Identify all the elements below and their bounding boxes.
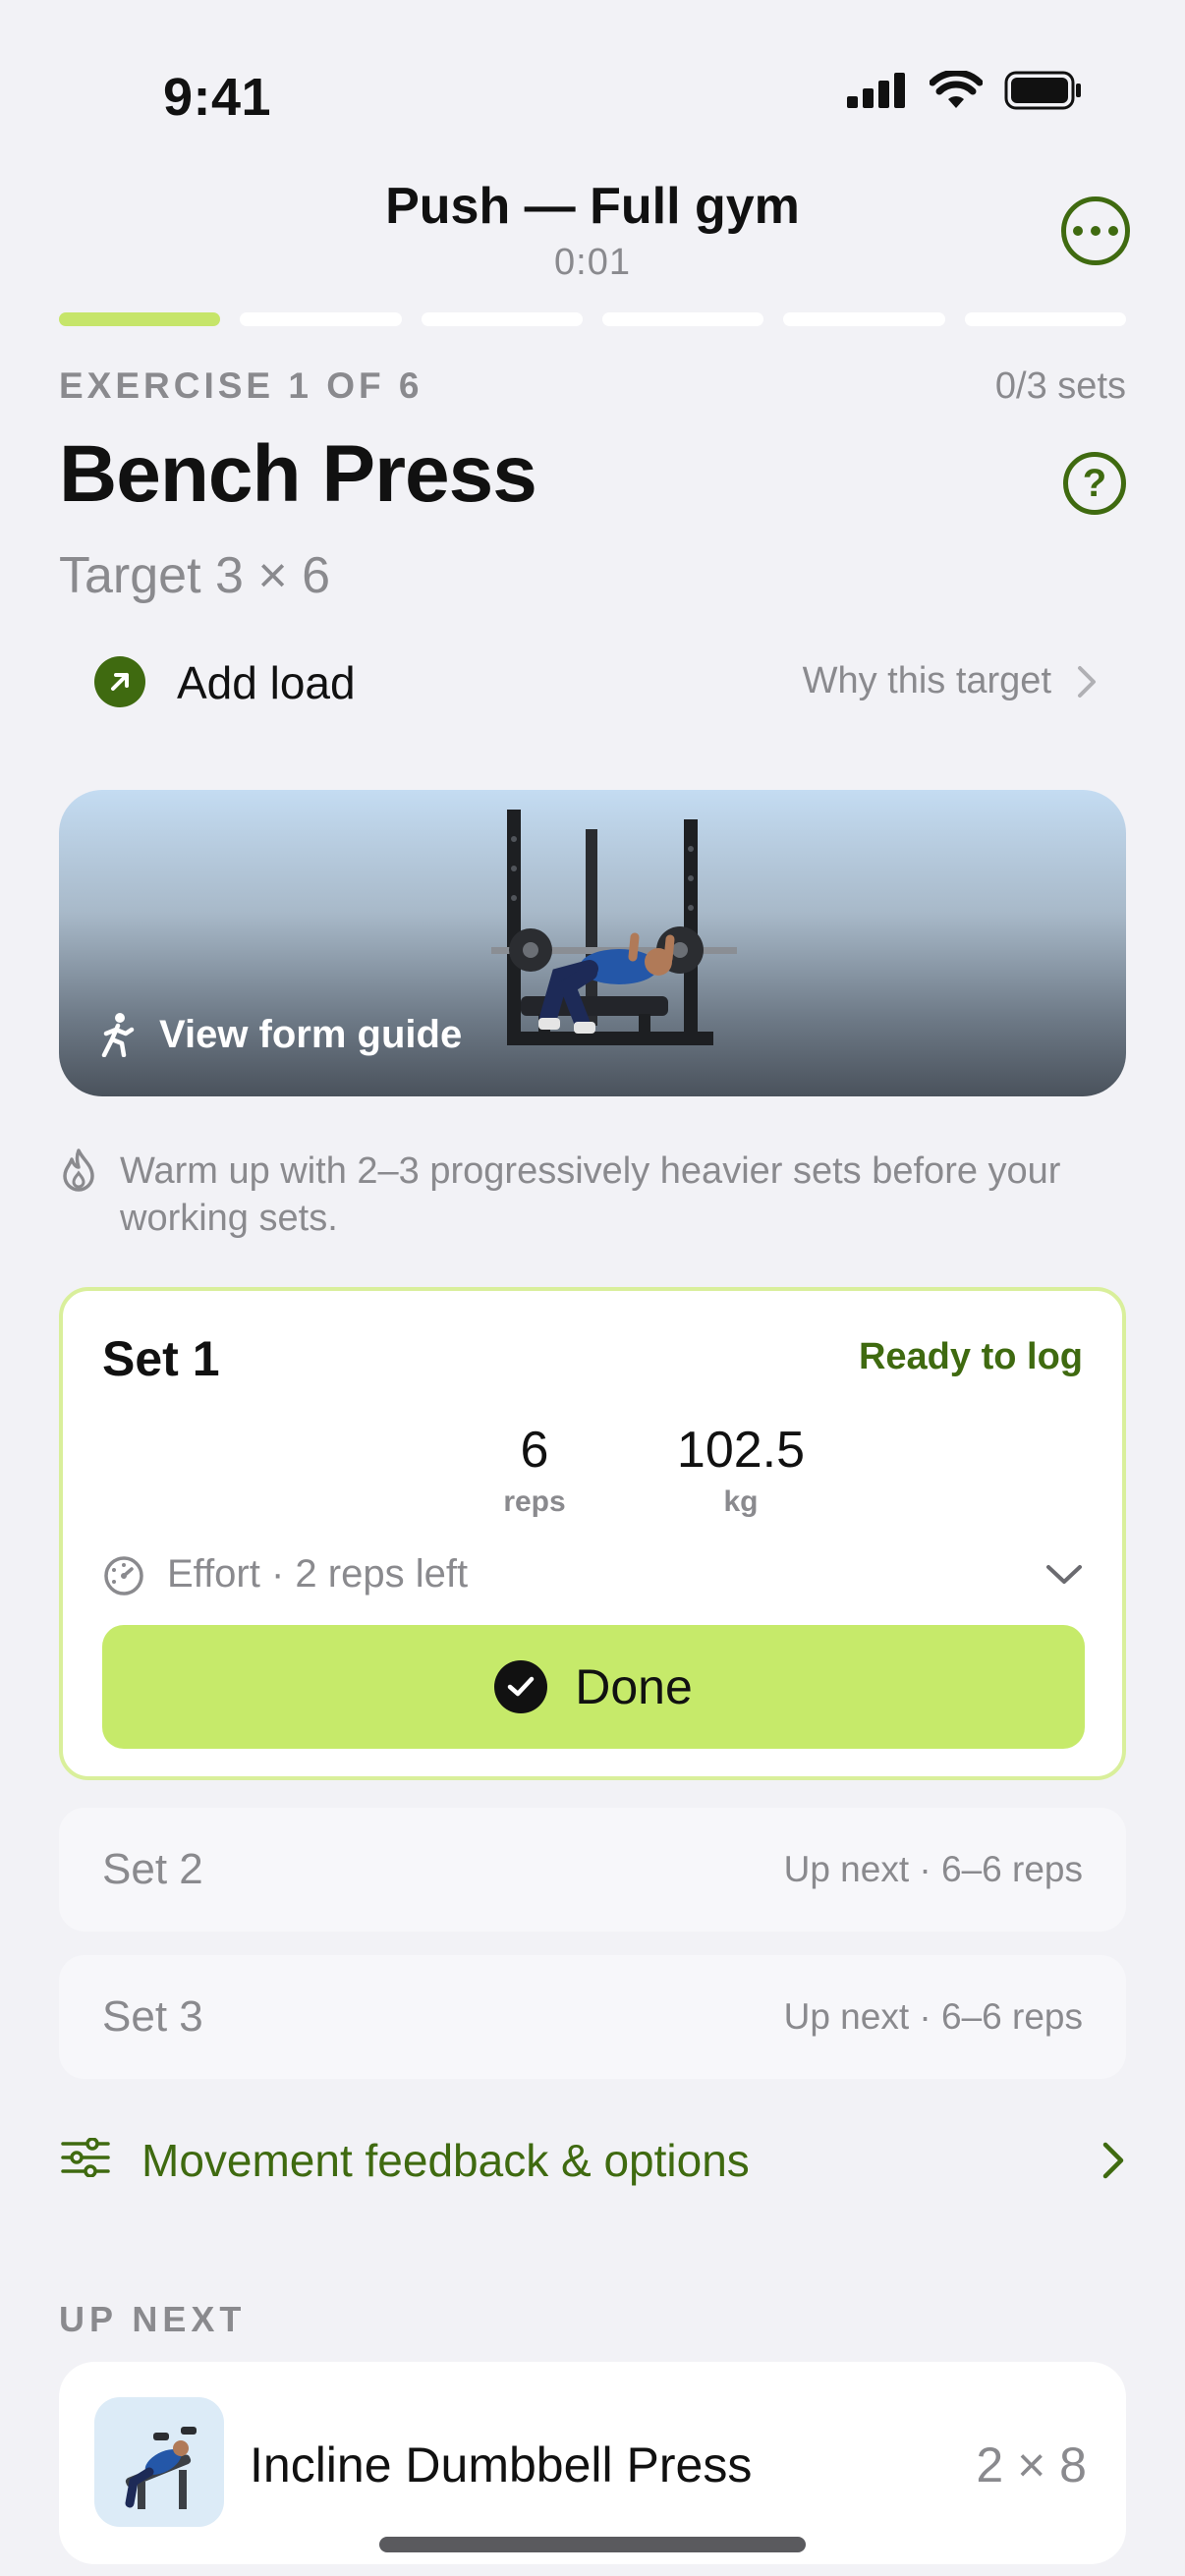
progress-segment (601, 312, 764, 326)
help-button[interactable]: ? (1063, 452, 1126, 515)
exercise-name: Bench Press (59, 429, 537, 519)
up-next-card[interactable]: Incline Dumbbell Press 2 × 8 (59, 2362, 1126, 2564)
view-form-guide-label: View form guide (159, 1012, 463, 1056)
set-row[interactable]: Set 2 Up next · 6–6 reps (59, 1808, 1126, 1932)
current-set-card: Set 1 Ready to log 6 reps 102.5 kg Effor… (59, 1287, 1126, 1780)
why-target-label: Why this target (802, 660, 1051, 701)
progress-segment (240, 312, 402, 326)
set-row-name: Set 3 (102, 1992, 203, 2041)
more-options-button[interactable] (1061, 196, 1130, 265)
incline-press-thumbnail (94, 2397, 224, 2527)
wifi-icon (930, 71, 983, 108)
gauge-icon (104, 1556, 143, 1596)
chevron-down-icon[interactable] (1045, 1564, 1083, 1586)
add-load-button[interactable]: Add load (177, 656, 356, 709)
up-next-exercise: Incline Dumbbell Press (250, 2437, 753, 2492)
up-next-heading: UP NEXT (59, 2299, 247, 2339)
chevron-right-icon[interactable] (1102, 2142, 1124, 2179)
reps-label: reps (503, 1485, 566, 1518)
up-next-target: 2 × 8 (976, 2437, 1087, 2492)
workout-title: Push — Full gym (385, 178, 800, 235)
weight-value[interactable]: 102.5 (643, 1421, 839, 1480)
set-title: Set 1 (102, 1331, 220, 1386)
done-label: Done (575, 1659, 693, 1714)
view-form-guide[interactable]: View form guide (96, 1012, 462, 1057)
question-mark-icon: ? (1082, 461, 1107, 505)
progress-segment (783, 312, 945, 326)
set-status: Ready to log (858, 1336, 1083, 1377)
more-dot-icon (1108, 226, 1118, 236)
arrow-up-right-icon[interactable] (94, 656, 145, 707)
running-figure-icon (101, 1013, 135, 1057)
flame-icon (63, 1148, 94, 1192)
cellular-signal-icon (847, 73, 905, 108)
weight-label: kg (723, 1485, 759, 1518)
progress-segment (421, 312, 583, 326)
warmup-tip: Warm up with 2–3 progressively heavier s… (120, 1150, 1061, 1239)
set-row-meta: Up next · 6–6 reps (783, 1849, 1083, 1889)
chevron-right-icon (1078, 665, 1096, 698)
more-dot-icon (1091, 226, 1100, 236)
battery-icon (1004, 71, 1081, 110)
status-time: 9:41 (163, 68, 272, 127)
sets-count: 0/3 sets (994, 365, 1126, 407)
form-guide-card[interactable]: View form guide (59, 790, 1126, 1096)
reps-value[interactable]: 6 (436, 1421, 633, 1480)
set-row-meta: Up next · 6–6 reps (783, 1996, 1083, 2037)
checkmark-icon (494, 1660, 548, 1713)
sliders-icon (61, 2138, 110, 2177)
home-indicator[interactable] (379, 2537, 806, 2552)
set-row[interactable]: Set 3 Up next · 6–6 reps (59, 1955, 1126, 2079)
status-icons (847, 71, 1083, 110)
exercise-counter: EXERCISE 1 OF 6 (59, 365, 423, 406)
why-target-link[interactable]: Why this target (803, 660, 1097, 702)
movement-feedback-link[interactable]: Movement feedback & options (141, 2134, 750, 2187)
set-row-name: Set 2 (102, 1845, 203, 1893)
done-button[interactable]: Done (102, 1625, 1085, 1749)
progress-segment (59, 312, 221, 326)
progress-segment (964, 312, 1126, 326)
exercise-progress (59, 312, 1126, 326)
workout-timer: 0:01 (554, 242, 631, 283)
more-dot-icon (1073, 226, 1083, 236)
effort-selector[interactable]: Effort · 2 reps left (167, 1552, 468, 1596)
exercise-target: Target 3 × 6 (59, 547, 331, 604)
